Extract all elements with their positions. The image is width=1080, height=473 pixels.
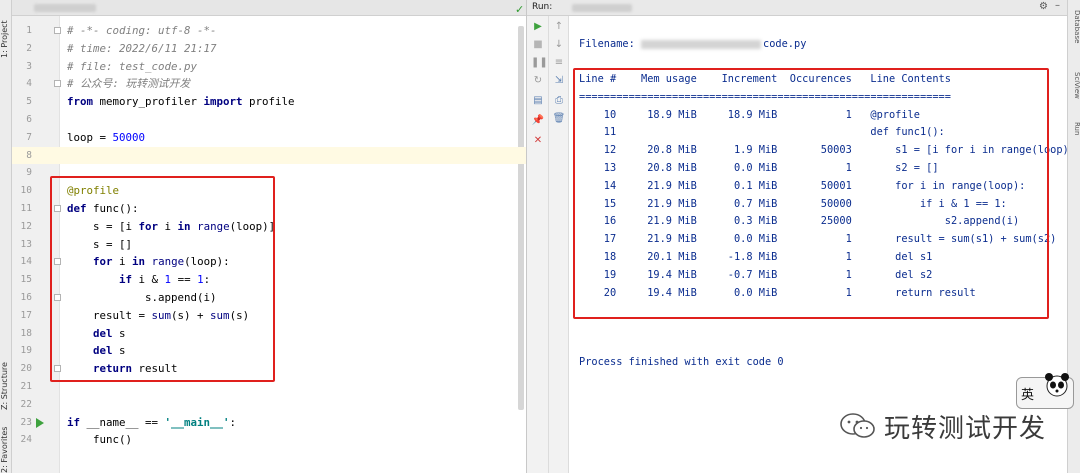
filename-redacted xyxy=(641,39,761,49)
line-number: 22 xyxy=(20,398,32,410)
code-line-1: 1 # -*- coding: utf-8 -*- xyxy=(12,22,526,40)
line-number: 5 xyxy=(26,96,32,108)
filename-suffix: code.py xyxy=(763,38,807,50)
ime-indicator[interactable]: 英 xyxy=(1016,373,1074,409)
line-number: 4 xyxy=(26,78,32,90)
code-line-6: 6 xyxy=(12,111,526,129)
line-number: 7 xyxy=(26,131,32,143)
restore-layout-icon[interactable]: ↻ xyxy=(531,74,545,88)
panda-icon xyxy=(1045,373,1069,397)
code-text: func() xyxy=(67,433,133,447)
line-number: 13 xyxy=(20,238,32,250)
run-gutter-icon[interactable] xyxy=(36,417,44,428)
editor-highlight-box xyxy=(50,176,275,382)
line-number: 19 xyxy=(20,345,32,357)
editor-file-tab[interactable] xyxy=(34,4,96,12)
line-number: 3 xyxy=(26,60,32,72)
wechat-icon xyxy=(840,413,875,438)
database-tool-tab[interactable]: Database xyxy=(1069,10,1080,60)
code-line-4: 4 # 公众号: 玩转测试开发 xyxy=(12,75,526,93)
fold-marker-icon[interactable] xyxy=(54,80,61,88)
line-number: 9 xyxy=(26,167,32,179)
code-line-8: 8 xyxy=(12,146,526,165)
stop-icon[interactable]: ■ xyxy=(531,38,545,52)
run-tool-tab[interactable]: Run xyxy=(1069,122,1080,152)
arrow-up-icon[interactable]: ↑ xyxy=(552,20,566,34)
wechat-watermark: 玩转测试开发 xyxy=(838,407,1046,445)
output-highlight-box xyxy=(573,68,1049,319)
project-tool-tab[interactable]: 1: Project xyxy=(0,8,12,58)
exit-message: Process finished with exit code 0 xyxy=(579,356,784,368)
code-text: # 公众号: 玩转测试开发 xyxy=(67,77,191,91)
layout-icon[interactable]: ▤ xyxy=(531,94,545,108)
fold-marker-icon[interactable] xyxy=(54,27,61,34)
code-text: # file: test_code.py xyxy=(67,59,198,73)
code-text: if __name__ == '__main__': xyxy=(67,415,237,429)
trash-icon[interactable]: 🗑 xyxy=(552,112,566,126)
line-number: 2 xyxy=(26,42,32,54)
sciview-tool-tab[interactable]: SciView xyxy=(1069,72,1080,112)
run-label: Run: xyxy=(532,2,553,12)
close-icon[interactable]: ✕ xyxy=(531,134,545,148)
code-line-5: 5 from memory_profiler import profile xyxy=(12,93,526,111)
gear-icon[interactable]: ⚙ xyxy=(1039,1,1048,12)
rerun-icon[interactable]: ▶ xyxy=(531,20,545,34)
code-line-7: 7 loop = 50000 xyxy=(12,129,526,147)
pin-icon[interactable]: 📌 xyxy=(531,114,545,128)
filename-label: Filename: xyxy=(579,38,635,50)
inspection-ok-icon: ✓ xyxy=(515,3,525,16)
line-number: 16 xyxy=(20,291,32,303)
line-number: 12 xyxy=(20,220,32,232)
line-number: 20 xyxy=(20,363,32,375)
run-toolbar-secondary: ↑ ↓ ≡ ⇲ ⎙ 🗑 xyxy=(549,16,569,473)
line-number: 11 xyxy=(20,202,32,214)
minimize-icon[interactable]: – xyxy=(1055,0,1060,11)
line-number: 23 xyxy=(20,416,32,428)
code-line-2: 2 # time: 2022/6/11 21:17 xyxy=(12,40,526,58)
arrow-down-icon[interactable]: ↓ xyxy=(552,38,566,52)
line-number: 10 xyxy=(20,185,32,197)
line-number: 17 xyxy=(20,309,32,321)
editor-tab-bar xyxy=(12,0,526,16)
line-number: 21 xyxy=(20,380,32,392)
watermark-text: 玩转测试开发 xyxy=(884,413,1047,444)
code-text: from memory_profiler import profile xyxy=(67,95,295,109)
left-tool-strip: 1: Project Z: Structure 2: Favorites xyxy=(0,0,12,473)
line-number: 14 xyxy=(20,256,32,268)
run-config-tab[interactable] xyxy=(572,4,632,12)
pause-icon[interactable]: ❚❚ xyxy=(531,56,548,70)
code-line-22: 22 xyxy=(12,396,526,414)
code-text: loop = 50000 xyxy=(67,130,146,144)
run-toolbar-primary: ▶ ■ ❚❚ ↻ ▤ 📌 ✕ xyxy=(527,16,549,473)
code-line-23: 23 if __name__ == '__main__': xyxy=(12,414,526,432)
soft-wrap-icon[interactable]: ≡ xyxy=(552,56,566,70)
scroll-to-end-icon[interactable]: ⇲ xyxy=(552,74,566,88)
code-text: # -*- coding: utf-8 -*- xyxy=(67,24,217,37)
line-number: 15 xyxy=(20,274,32,286)
print-icon[interactable]: ⎙ xyxy=(552,94,566,108)
code-line-24: 24 func() xyxy=(12,431,526,449)
structure-tool-tab[interactable]: Z: Structure xyxy=(0,350,12,410)
line-number: 1 xyxy=(26,25,32,36)
console-output: Filename: code.py xyxy=(579,36,1069,54)
line-number: 8 xyxy=(26,149,32,161)
favorites-tool-tab[interactable]: 2: Favorites xyxy=(0,425,12,473)
line-number: 6 xyxy=(26,113,32,125)
line-number: 24 xyxy=(20,434,32,446)
line-number: 18 xyxy=(20,327,32,339)
run-header: Run: ⚙ – xyxy=(527,0,1068,16)
filename-line: Filename: code.py xyxy=(579,36,1069,54)
code-text: # time: 2022/6/11 21:17 xyxy=(67,41,217,55)
ime-label: 英 xyxy=(1021,388,1035,403)
code-line-3: 3 # file: test_code.py xyxy=(12,58,526,76)
